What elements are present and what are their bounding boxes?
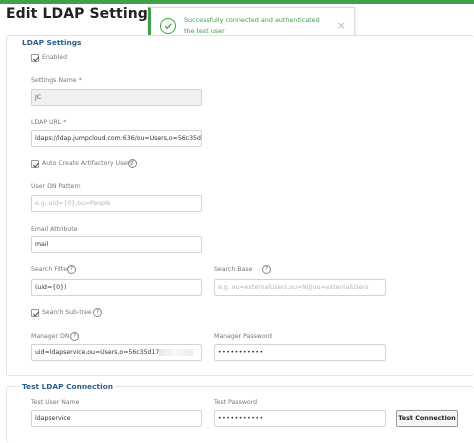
test-connection-legend: Test LDAP Connection (20, 382, 115, 391)
auto-create-users-label: Auto Create Artifactory Users (42, 160, 133, 167)
test-password-field[interactable]: ••••••••••• (214, 410, 386, 427)
toast-close-button[interactable]: × (337, 20, 346, 31)
search-subtree-label: Search Sub-tree (42, 309, 92, 316)
ldap-url-label: LDAP URL * (31, 119, 67, 126)
search-base-field[interactable]: e.g. ou=externalUsers,ou=Nq|ou=externalU… (214, 279, 386, 296)
manager-dn-value: uid=ldapservice,ou=Users,o=56c35d17 (35, 349, 160, 356)
enabled-label: Enabled (42, 54, 68, 61)
user-dn-pattern-field[interactable]: e.g. uid={0},ou=People (31, 195, 202, 212)
help-icon[interactable]: ? (67, 265, 76, 274)
search-filter-label: Search Filter (31, 266, 70, 273)
top-accent-bar (0, 0, 474, 4)
help-icon[interactable]: ? (93, 308, 102, 317)
ldap-url-field[interactable]: ldaps://ldap.jumpcloud.com:636/ou=Users,… (31, 130, 202, 147)
help-icon[interactable]: ? (128, 159, 137, 168)
help-icon[interactable]: ? (262, 265, 271, 274)
manager-password-field[interactable]: ••••••••••• (214, 344, 386, 361)
check-icon (32, 311, 40, 317)
manager-dn-field[interactable]: uid=ldapservice,ou=Users,o=56c35d17 (31, 344, 202, 361)
toast-message: Successfully connected and authenticated… (184, 16, 320, 35)
check-icon (32, 162, 40, 168)
redacted-text (159, 348, 194, 356)
test-connection-button[interactable]: Test Connection (396, 410, 458, 427)
manager-dn-label: Manager DN (31, 333, 70, 340)
settings-name-label: Settings Name * (31, 77, 82, 84)
auto-create-users-checkbox[interactable] (31, 160, 40, 168)
search-subtree-checkbox[interactable] (31, 309, 40, 317)
page-title: Edit LDAP Settings (6, 6, 157, 22)
test-password-label: Test Password (214, 399, 258, 406)
manager-password-label: Manager Password (214, 333, 272, 340)
user-dn-pattern-label: User DN Pattern (31, 183, 81, 190)
search-base-label: Search Base (214, 266, 253, 273)
email-attribute-label: Email Attribute (31, 226, 78, 233)
help-icon[interactable]: ? (70, 332, 79, 341)
test-user-name-field[interactable]: ldapservice (31, 410, 202, 427)
enabled-checkbox[interactable] (31, 54, 40, 62)
check-icon (32, 56, 40, 62)
check-circle-icon (160, 18, 176, 34)
ldap-settings-legend: LDAP Settings (20, 38, 84, 47)
email-attribute-field[interactable]: mail (31, 236, 202, 253)
settings-name-field[interactable]: JC (31, 89, 202, 106)
search-filter-field[interactable]: (uid={0}) (31, 279, 202, 296)
test-user-name-label: Test User Name (31, 399, 80, 406)
